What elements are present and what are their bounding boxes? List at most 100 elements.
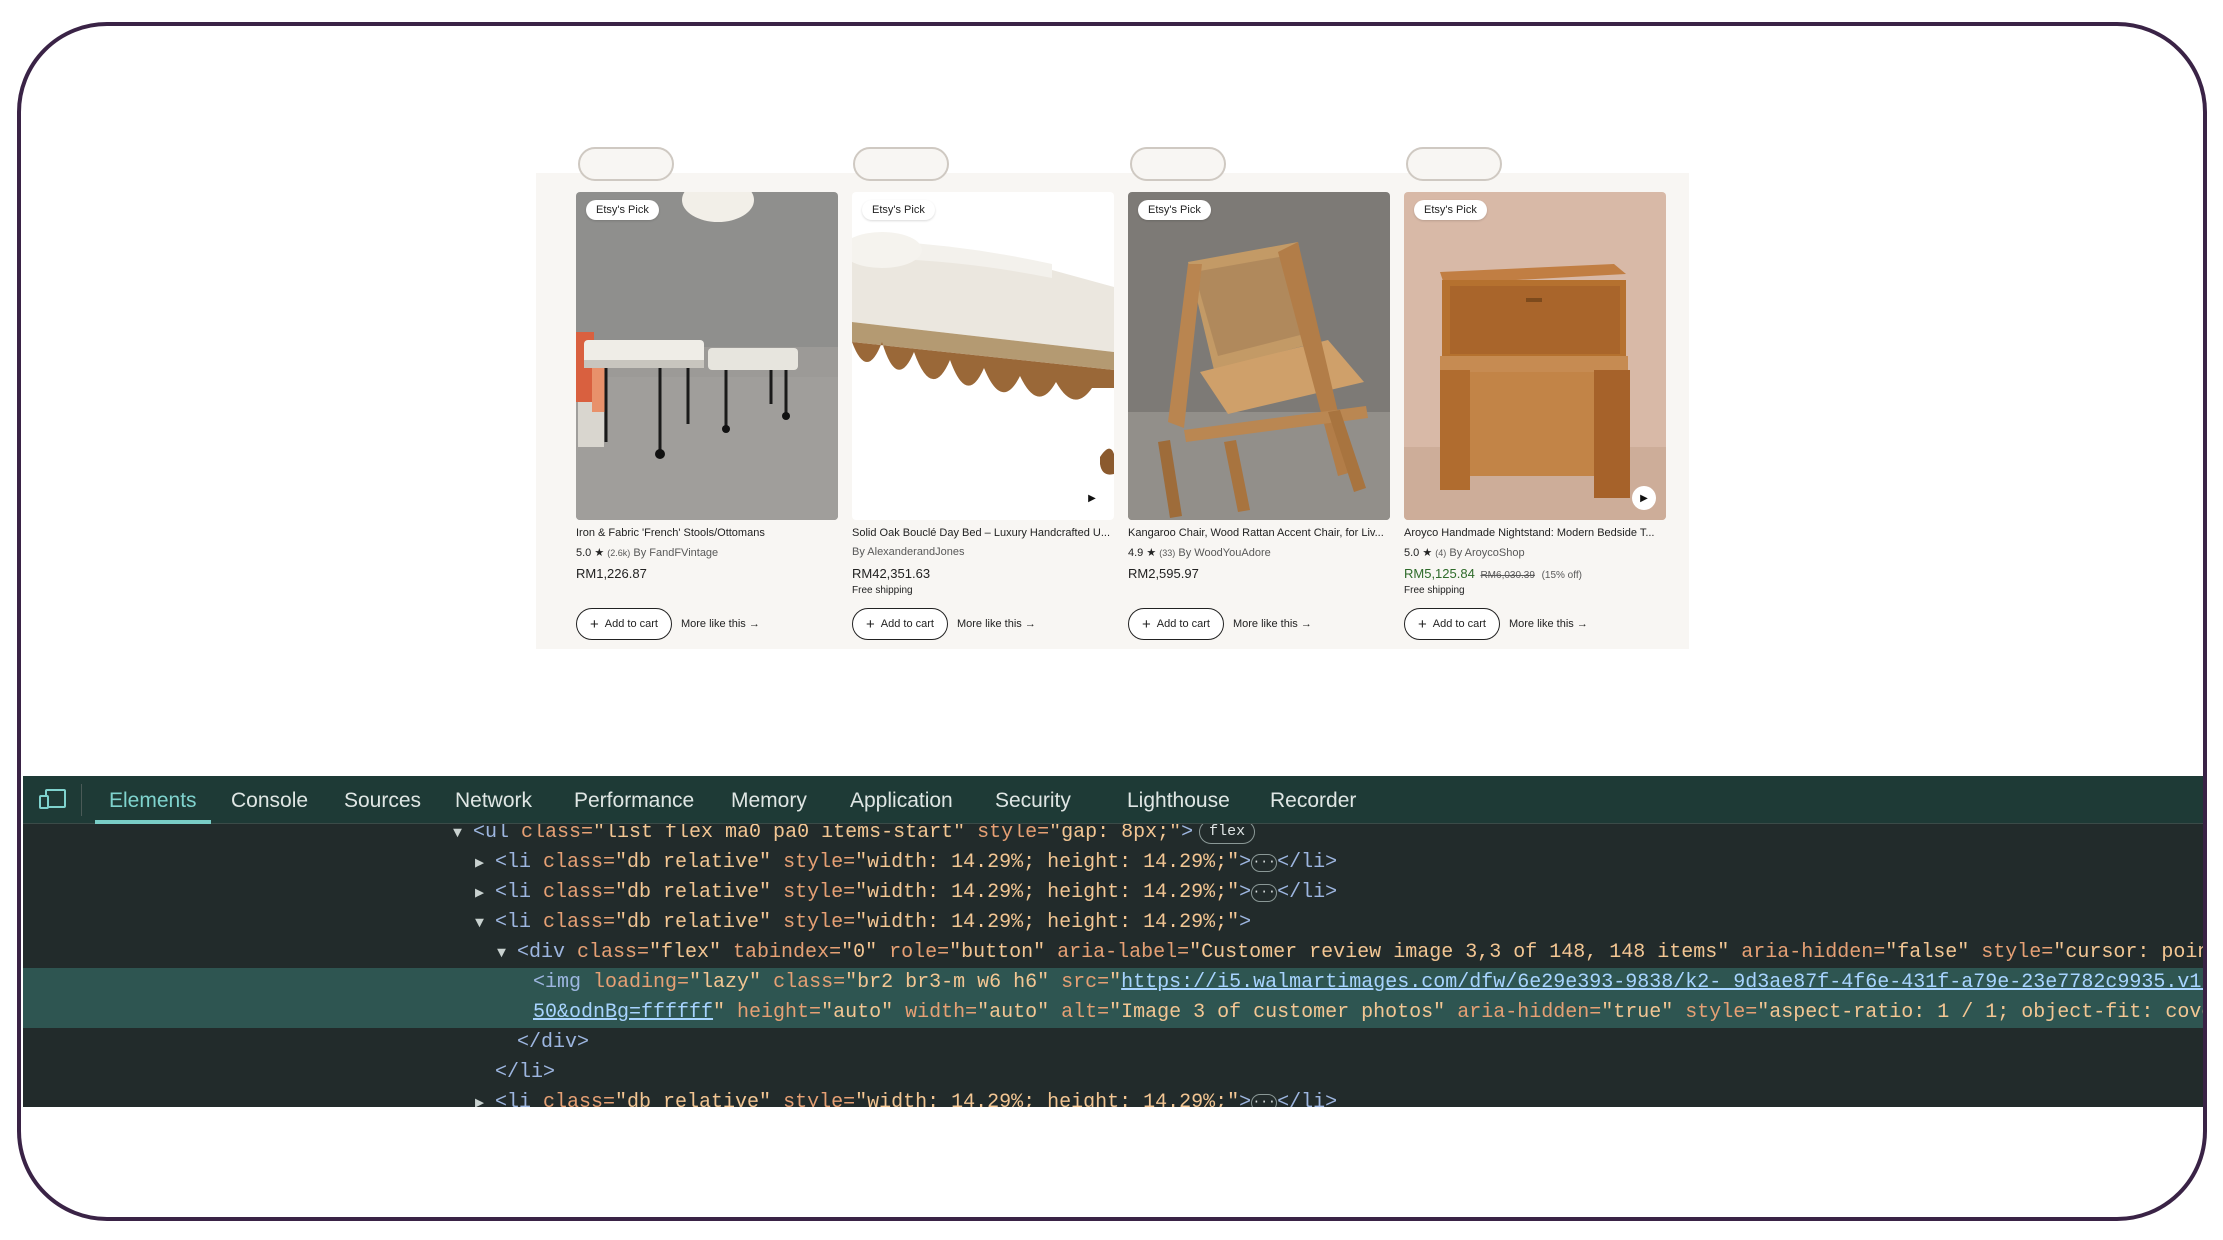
attr-value: "lazy" — [689, 971, 762, 994]
product-card[interactable]: Etsy's Pick Kangaroo Chair, Wood Rattan … — [1128, 192, 1390, 640]
tab-application[interactable]: Application — [850, 776, 953, 824]
tag-open: <div — [517, 941, 566, 964]
attr-value: "cursor: pointer;" — [2053, 941, 2207, 964]
more-like-this-link[interactable]: More like this → — [1509, 618, 1588, 630]
collapsed-content-ellipsis[interactable]: ··· — [1251, 884, 1278, 902]
tag-open: <ul — [473, 824, 510, 844]
product-image-day-bed[interactable]: Etsy's Pick ▶ — [852, 192, 1114, 520]
arrow-right-icon: → — [1024, 618, 1036, 630]
price: RM1,226.87 — [576, 566, 647, 581]
add-to-cart-button[interactable]: + Add to cart — [1404, 608, 1500, 640]
partial-button[interactable] — [1406, 147, 1502, 181]
collapsed-triangle-icon[interactable]: ▶ — [475, 849, 495, 879]
collapsed-triangle-icon[interactable]: ▶ — [475, 1089, 495, 1107]
play-video-icon[interactable]: ▶ — [1632, 486, 1656, 510]
attr-name: style= — [1969, 941, 2054, 964]
rating-score: 5.0 — [576, 547, 592, 559]
product-card[interactable]: Etsy's Pick ▶ Aroyco Handmade Nightstand… — [1404, 192, 1666, 640]
seller-name: By AroycoShop — [1449, 547, 1525, 559]
more-like-this-link[interactable]: More like this → — [1233, 618, 1312, 630]
card-actions: + Add to cart More like this → — [576, 608, 760, 640]
tab-recorder[interactable]: Recorder — [1270, 776, 1356, 824]
attr-value: "db relative" — [615, 1091, 772, 1107]
attr-value: "0" — [841, 941, 878, 964]
collapsed-content-ellipsis[interactable]: ··· — [1251, 1094, 1278, 1107]
product-card[interactable]: Etsy's Pick Iron & Fabric 'French' Stool… — [576, 192, 838, 640]
star-icon: ★ — [1422, 547, 1433, 559]
product-title[interactable]: Aroyco Handmade Nightstand: Modern Bedsi… — [1404, 527, 1666, 541]
attr-value: "Customer review image 3,3 of 148, 148 i… — [1189, 941, 1730, 964]
tab-elements[interactable]: Elements — [95, 776, 211, 824]
add-to-cart-button[interactable]: + Add to cart — [852, 608, 948, 640]
attr-value: "auto" — [977, 1001, 1050, 1024]
seller-name: By WoodYouAdore — [1178, 547, 1271, 559]
attr-name: height= — [725, 1001, 822, 1024]
device-toolbar-icon[interactable] — [39, 788, 67, 810]
more-like-this-link[interactable]: More like this → — [681, 618, 760, 630]
partial-button[interactable] — [1130, 147, 1226, 181]
sale-price: RM5,125.84 — [1404, 566, 1475, 581]
expanded-triangle-icon[interactable]: ▼ — [475, 909, 495, 939]
product-title[interactable]: Kangaroo Chair, Wood Rattan Accent Chair… — [1128, 527, 1390, 541]
dom-node-div[interactable]: ▼ <div class="flex" tabindex="0" role="bu… — [497, 938, 2207, 969]
more-like-this-link[interactable]: More like this → — [957, 618, 1036, 630]
src-url-link[interactable]: https://i5.walmartimages.com/dfw/6e29e39… — [1121, 971, 2203, 994]
attr-name: src= — [1049, 971, 1110, 994]
dom-node-li[interactable]: ▶ <li class="db relative" style="width: 1… — [475, 878, 1337, 908]
product-image-nightstand[interactable]: Etsy's Pick ▶ — [1404, 192, 1666, 520]
collapsed-content-ellipsis[interactable]: ··· — [1251, 854, 1278, 872]
product-image-stools[interactable]: Etsy's Pick — [576, 192, 838, 520]
dom-node-li-close[interactable]: </li> — [495, 1058, 555, 1088]
dom-node-li[interactable]: ▶ <li class="db relative" style="width: 1… — [475, 848, 1337, 878]
dom-node-ul[interactable]: ▼ <ul class="list flex ma0 pa0 items-star… — [453, 824, 1256, 849]
attr-name: class= — [531, 851, 616, 874]
rating-line: 5.0 ★ (2.6k) By FandFVintage — [576, 546, 838, 560]
attr-value: "br2 br3-m w6 h6" — [845, 971, 1050, 994]
tab-lighthouse[interactable]: Lighthouse — [1127, 776, 1230, 824]
attr-value: "false" — [1885, 941, 1970, 964]
dom-node-img[interactable]: <img loading="lazy" class="br2 br3-m w6 … — [533, 968, 2203, 998]
expanded-triangle-icon[interactable]: ▼ — [453, 824, 473, 849]
tab-performance[interactable]: Performance — [574, 776, 694, 824]
tab-memory[interactable]: Memory — [731, 776, 807, 824]
attr-value: "db relative" — [615, 911, 772, 934]
product-card[interactable]: Etsy's Pick ▶ Solid Oak Bouclé Day Bed –… — [852, 192, 1114, 640]
dom-node-img-continued[interactable]: 50&odnBg=ffffff" height="auto" width="au… — [533, 998, 2203, 1028]
add-to-cart-button[interactable]: + Add to cart — [576, 608, 672, 640]
product-title[interactable]: Iron & Fabric 'French' Stools/Ottomans — [576, 527, 838, 541]
attr-name: style= — [771, 881, 856, 904]
dom-node-div-close[interactable]: </div> — [517, 1028, 589, 1058]
tab-security[interactable]: Security — [995, 776, 1071, 824]
attr-value: "auto" — [821, 1001, 894, 1024]
attr-value: "button" — [949, 941, 1046, 964]
product-title[interactable]: Solid Oak Bouclé Day Bed – Luxury Handcr… — [852, 527, 1114, 541]
tag-open: <img — [533, 971, 582, 994]
tab-network[interactable]: Network — [455, 776, 532, 824]
rating-line: 5.0 ★ (4) By AroycoShop — [1404, 546, 1666, 560]
attr-name: role= — [877, 941, 950, 964]
expanded-triangle-icon[interactable]: ▼ — [497, 939, 517, 969]
discount: (15% off) — [1541, 570, 1582, 581]
tab-sources[interactable]: Sources — [344, 776, 421, 824]
flex-badge[interactable]: flex — [1199, 824, 1256, 844]
plus-icon: + — [1418, 615, 1427, 633]
collapsed-triangle-icon[interactable]: ▶ — [475, 879, 495, 909]
more-like-this-label: More like this — [1232, 618, 1298, 630]
dom-node-li[interactable]: ▶ <li class="db relative" style="width: 1… — [475, 1088, 1337, 1107]
src-url-link[interactable]: 50&odnBg=ffffff — [533, 1001, 713, 1024]
attr-name: class= — [761, 971, 846, 994]
review-count: (4) — [1435, 548, 1447, 558]
seller-name: By FandFVintage — [633, 547, 719, 559]
add-to-cart-label: Add to cart — [1156, 618, 1210, 630]
tab-console[interactable]: Console — [231, 776, 308, 824]
attr-name: loading= — [581, 971, 690, 994]
product-image-kangaroo-chair[interactable]: Etsy's Pick — [1128, 192, 1390, 520]
play-video-icon[interactable]: ▶ — [1080, 486, 1104, 510]
partial-button[interactable] — [578, 147, 674, 181]
dom-node-li[interactable]: ▼ <li class="db relative" style="width: 1… — [475, 908, 1251, 938]
partial-button[interactable] — [853, 147, 949, 181]
add-to-cart-button[interactable]: + Add to cart — [1128, 608, 1224, 640]
etsys-pick-badge: Etsy's Pick — [1414, 200, 1487, 220]
attr-value: "Image 3 of customer photos" — [1109, 1001, 1446, 1024]
tag-close: > — [1181, 824, 1194, 844]
